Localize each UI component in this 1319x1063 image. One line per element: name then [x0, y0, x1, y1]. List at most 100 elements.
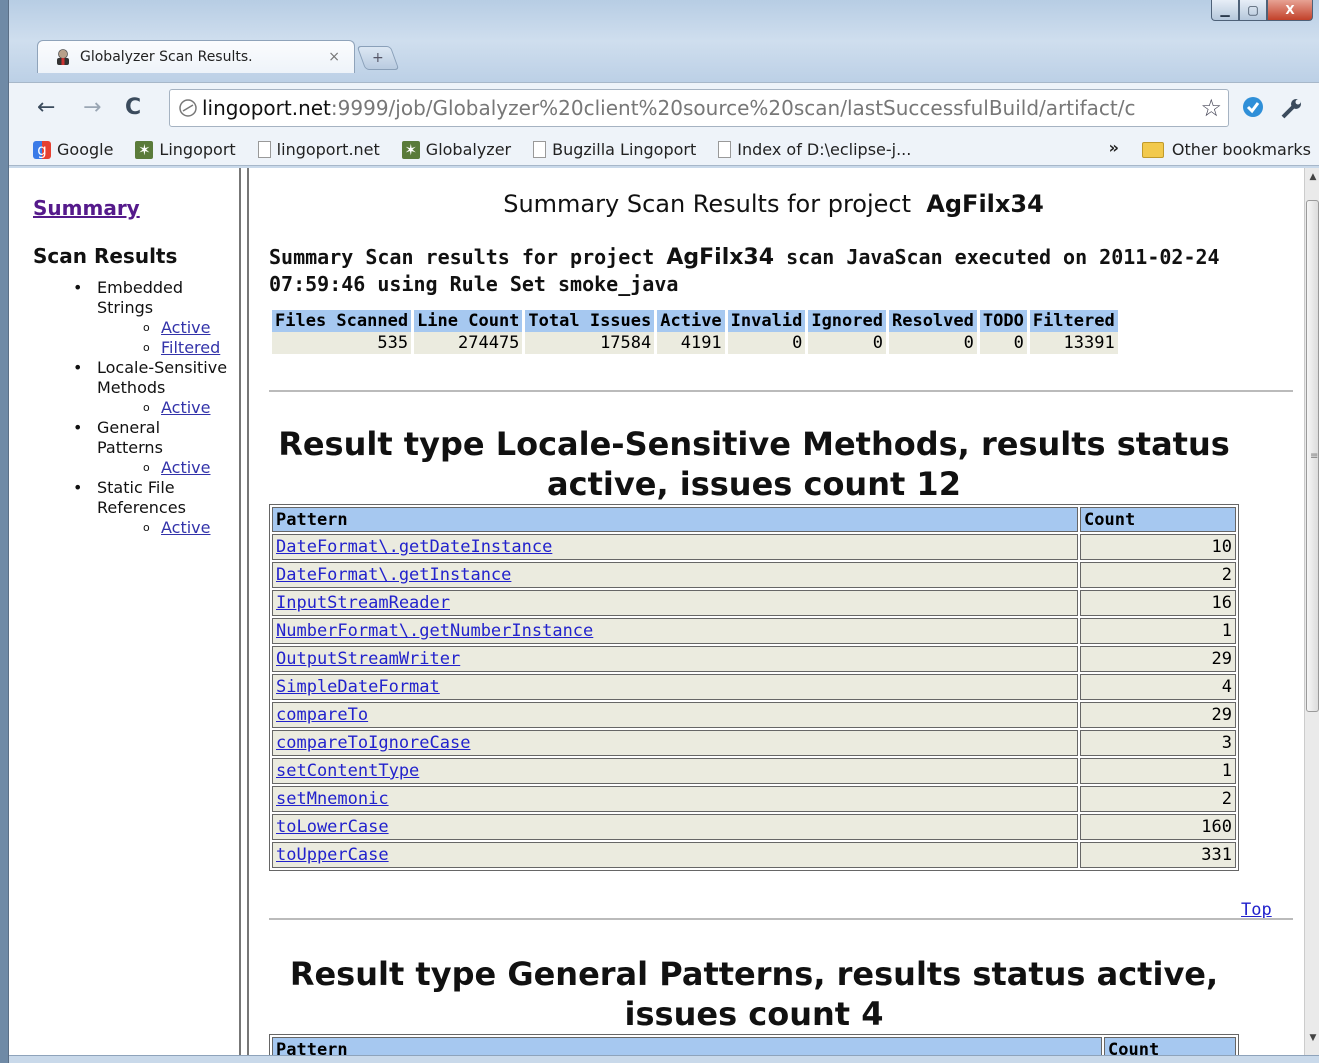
- lingoport-icon: ✶: [135, 140, 154, 159]
- count-cell: 331: [1080, 842, 1236, 868]
- minimize-button[interactable]: ▁: [1211, 0, 1239, 21]
- pattern-link[interactable]: setMnemonic: [276, 789, 389, 809]
- table-row: compareToIgnoreCase 3: [272, 730, 1236, 756]
- sidebar-link-active[interactable]: Active: [161, 458, 211, 477]
- project-name: AgFilx34: [926, 190, 1044, 218]
- pattern-link[interactable]: setContentType: [276, 761, 419, 781]
- count-cell: 4: [1080, 674, 1236, 700]
- extension-icon[interactable]: [1241, 95, 1265, 119]
- pattern-cell: DateFormat\.getInstance: [272, 562, 1078, 588]
- scroll-down-arrow-icon[interactable]: ▼: [1305, 1033, 1319, 1051]
- sidebar-group-label: General Patterns: [97, 418, 163, 457]
- top-link[interactable]: Top: [1241, 900, 1272, 920]
- pattern-cell: setContentType: [272, 758, 1078, 784]
- bookmark-bugzilla[interactable]: Bugzilla Lingoport: [533, 140, 696, 159]
- table-row: toUpperCase 331: [272, 842, 1236, 868]
- bookmark-google[interactable]: g Google: [33, 140, 113, 159]
- table-row: NumberFormat\.getNumberInstance 1: [272, 618, 1236, 644]
- plus-icon: +: [372, 50, 384, 66]
- summary-header-cell: Filtered: [1029, 310, 1118, 332]
- vertical-scrollbar[interactable]: ▲ ≡ ▼: [1304, 168, 1319, 1055]
- frame-divider[interactable]: [239, 168, 249, 1055]
- pattern-link[interactable]: toUpperCase: [276, 845, 389, 865]
- count-cell: 2: [1080, 786, 1236, 812]
- url-host: lingoport.net: [202, 96, 331, 120]
- folder-icon: [1141, 141, 1164, 158]
- table-row: setContentType 1: [272, 758, 1236, 784]
- scroll-up-arrow-icon[interactable]: ▲: [1305, 172, 1319, 190]
- page-icon: [718, 141, 732, 158]
- pattern-cell: InputStreamReader: [272, 590, 1078, 616]
- pattern-link[interactable]: compareToIgnoreCase: [276, 733, 470, 753]
- pattern-link[interactable]: DateFormat\.getInstance: [276, 565, 511, 585]
- summary-value-cell: 0: [727, 332, 806, 354]
- main-frame: Summary Scan Results for project AgFilx3…: [251, 168, 1296, 1055]
- sidebar-group: Static File References Active: [61, 478, 231, 538]
- sidebar-scan-results-heading: Scan Results: [33, 244, 178, 268]
- sidebar-link-filtered[interactable]: Filtered: [161, 338, 220, 357]
- forward-button[interactable]: →: [83, 95, 101, 120]
- general-patterns-table: Pattern Count: [269, 1034, 1239, 1055]
- sidebar-link-active[interactable]: Active: [161, 318, 211, 337]
- new-tab-button[interactable]: +: [356, 46, 400, 70]
- count-cell: 1: [1080, 758, 1236, 784]
- scrollbar-thumb[interactable]: ≡: [1306, 200, 1319, 712]
- column-header-pattern: Pattern: [272, 1037, 1102, 1055]
- page-icon: [533, 141, 547, 158]
- summary-value-row: 535 274475 17584 4191 0 0 0 0 13391: [272, 332, 1118, 354]
- summary-value-cell: 535: [272, 332, 412, 354]
- sidebar-link-active[interactable]: Active: [161, 398, 211, 417]
- count-cell: 29: [1080, 646, 1236, 672]
- summary-table: Files Scanned Line Count Total Issues Activ…: [269, 310, 1121, 354]
- reload-button[interactable]: C: [125, 95, 141, 120]
- tab-close-icon[interactable]: ×: [328, 49, 340, 65]
- count-cell: 10: [1080, 534, 1236, 560]
- bookmark-lingoport[interactable]: ✶ Lingoport: [135, 140, 236, 159]
- back-button[interactable]: ←: [37, 95, 55, 120]
- bookmark-globalyzer[interactable]: ✶ Globalyzer: [401, 140, 511, 159]
- page-title: Summary Scan Results for project AgFilx3…: [503, 190, 1044, 218]
- bookmarks-overflow-button[interactable]: »: [1109, 138, 1119, 157]
- pattern-link[interactable]: toLowerCase: [276, 817, 389, 837]
- bookmark-lingoport-net[interactable]: lingoport.net: [257, 140, 380, 159]
- pattern-link[interactable]: SimpleDateFormat: [276, 677, 440, 697]
- browser-window: ▁ ▢ X Globalyzer Scan Results. × + ← → C…: [8, 0, 1319, 1063]
- summary-header-cell: Ignored: [808, 310, 886, 332]
- table-row: SimpleDateFormat 4: [272, 674, 1236, 700]
- address-bar[interactable]: lingoport.net:9999/job/Globalyzer%20clie…: [169, 89, 1229, 127]
- pattern-link[interactable]: InputStreamReader: [276, 593, 450, 613]
- sidebar-summary-link[interactable]: Summary: [33, 196, 140, 220]
- pattern-link[interactable]: OutputStreamWriter: [276, 649, 460, 669]
- table-row: DateFormat\.getInstance 2: [272, 562, 1236, 588]
- browser-tab[interactable]: Globalyzer Scan Results. ×: [37, 40, 355, 73]
- close-window-button[interactable]: X: [1267, 0, 1313, 21]
- wrench-icon[interactable]: [1279, 95, 1305, 121]
- sidebar-group-label: Embedded Strings: [97, 278, 184, 317]
- sidebar-group: Embedded Strings Active Filtered: [61, 278, 231, 358]
- pattern-link[interactable]: NumberFormat\.getNumberInstance: [276, 621, 593, 641]
- pattern-link[interactable]: DateFormat\.getDateInstance: [276, 537, 552, 557]
- pattern-cell: compareToIgnoreCase: [272, 730, 1078, 756]
- other-bookmarks-button[interactable]: Other bookmarks: [1141, 140, 1311, 159]
- summary-header-row: Files Scanned Line Count Total Issues Activ…: [272, 310, 1118, 332]
- pattern-link[interactable]: compareTo: [276, 705, 368, 725]
- pattern-cell: DateFormat\.getDateInstance: [272, 534, 1078, 560]
- bookmark-index-eclipse[interactable]: Index of D:\eclipse-j...: [718, 140, 911, 159]
- summary-value-cell: 13391: [1029, 332, 1118, 354]
- count-cell: 3: [1080, 730, 1236, 756]
- bookmarks-bar: g Google ✶ Lingoport lingoport.net ✶ Global…: [9, 134, 1319, 166]
- bookmark-star-icon[interactable]: ☆: [1200, 94, 1222, 122]
- sidebar-link-active[interactable]: Active: [161, 518, 211, 537]
- sidebar-group: Locale-Sensitive Methods Active: [61, 358, 231, 418]
- summary-header-cell: Line Count: [414, 310, 523, 332]
- sidebar-result-list: Embedded Strings Active Filtered Locale-…: [61, 278, 231, 538]
- maximize-button[interactable]: ▢: [1239, 0, 1267, 21]
- column-header-count: Count: [1104, 1037, 1236, 1055]
- window-bottom-border: [9, 1055, 1319, 1063]
- pattern-cell: OutputStreamWriter: [272, 646, 1078, 672]
- summary-header-cell: Resolved: [888, 310, 977, 332]
- summary-header-cell: Active: [657, 310, 725, 332]
- sidebar-frame: Summary Scan Results Embedded Strings Ac…: [9, 168, 239, 1055]
- table-row: setMnemonic 2: [272, 786, 1236, 812]
- jenkins-favicon-icon: [57, 49, 69, 65]
